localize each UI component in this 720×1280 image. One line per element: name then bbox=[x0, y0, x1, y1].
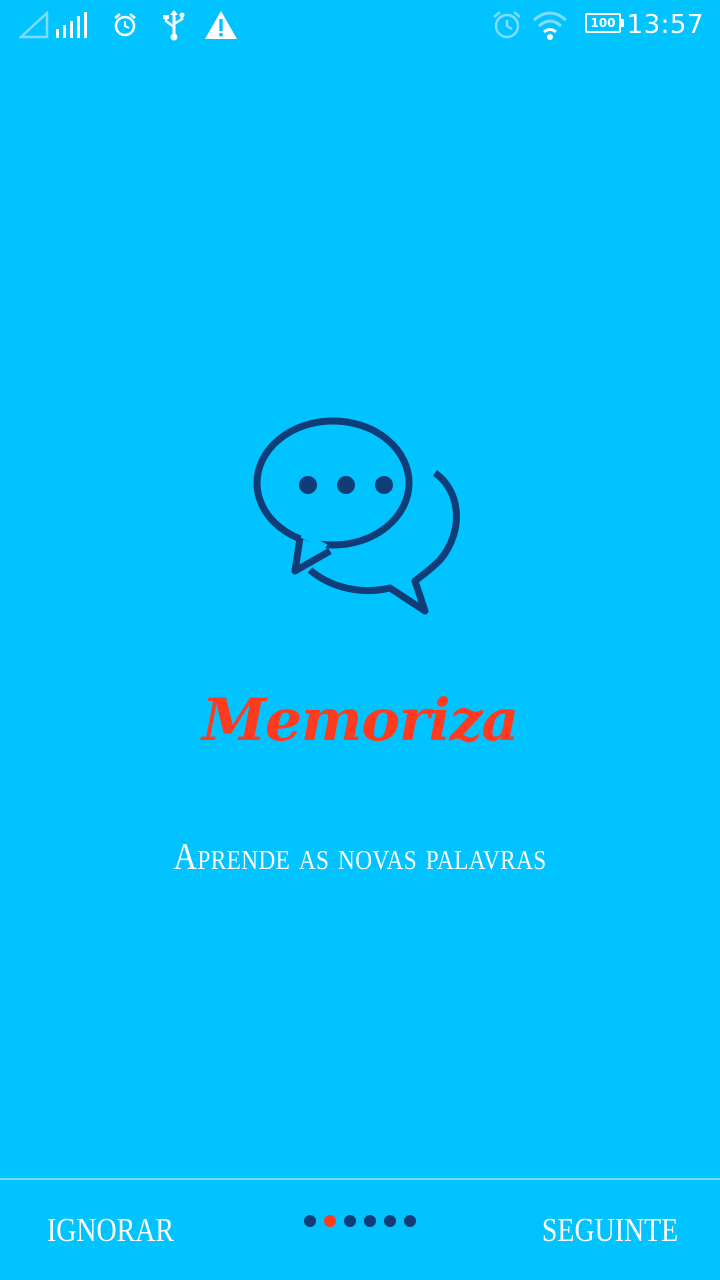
chat-bubbles-icon bbox=[250, 405, 470, 625]
page-dot bbox=[304, 1215, 316, 1227]
skip-button[interactable]: IGNORAR bbox=[47, 1212, 174, 1250]
page-dot bbox=[364, 1215, 376, 1227]
alarm-icon bbox=[110, 8, 140, 42]
signal-bars-icon bbox=[54, 8, 90, 42]
page-dot bbox=[384, 1215, 396, 1227]
onboarding-subtitle: Aprende as novas palavras bbox=[173, 836, 547, 878]
alarm-clock-icon bbox=[490, 8, 524, 42]
status-bar: 100 13:57 bbox=[0, 0, 720, 50]
usb-icon bbox=[160, 8, 188, 42]
app-title: Memoriza bbox=[201, 686, 519, 754]
status-time: 13:57 bbox=[626, 10, 704, 40]
page-dot bbox=[344, 1215, 356, 1227]
page-dot-active bbox=[324, 1215, 336, 1227]
warning-icon bbox=[204, 8, 238, 42]
signal-empty-icon bbox=[18, 8, 50, 42]
wifi-icon bbox=[530, 8, 570, 42]
bottom-divider bbox=[0, 1178, 720, 1180]
next-button[interactable]: SEGUINTE bbox=[542, 1212, 678, 1250]
page-indicator bbox=[304, 1215, 416, 1227]
page-dot bbox=[404, 1215, 416, 1227]
battery-icon: 100 bbox=[585, 13, 624, 33]
